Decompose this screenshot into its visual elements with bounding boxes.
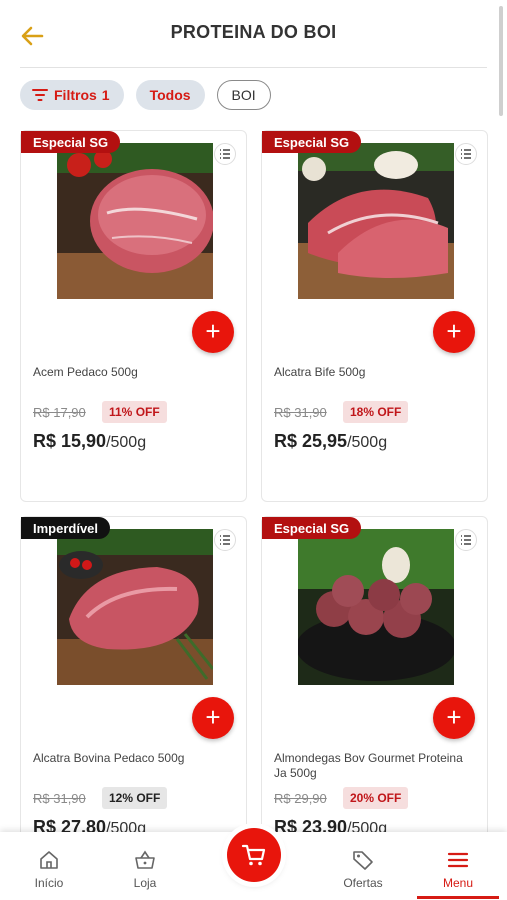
list-icon [220,535,230,545]
old-price: R$ 29,90 [274,791,327,806]
menu-icon [447,852,469,868]
filters-count: 1 [101,87,110,103]
cart-icon [241,844,266,866]
product-image[interactable] [298,529,454,685]
nav-label: Loja [133,876,157,890]
plus-icon: + [446,702,462,732]
page-title: PROTEINA DO BOI [170,22,337,42]
nav-label: Início [34,876,64,890]
price-value: R$ 25,95 [274,431,348,451]
product-name: Alcatra Bovina Pedaco 500g [33,751,185,765]
home-icon [40,851,58,869]
list-button[interactable] [455,529,477,551]
plus-icon: + [205,316,221,346]
price-value: R$ 15,90 [33,431,107,451]
old-price: R$ 17,90 [33,405,86,420]
product-price: R$ 15,90/500g [33,431,146,452]
product-name: Acem Pedaco 500g [33,365,138,379]
filter-chips: Filtros 1 Todos BOI [20,80,271,112]
add-to-cart-button[interactable]: + [192,311,234,353]
price-unit: /500g [106,434,147,451]
product-name: Almondegas Bov Gourmet Proteina Ja 500g [274,751,463,780]
list-button[interactable] [214,529,236,551]
add-to-cart-button[interactable]: + [433,311,475,353]
add-to-cart-button[interactable]: + [192,697,234,739]
scrollbar[interactable] [499,6,503,116]
list-icon [461,535,471,545]
nav-active-indicator [417,896,499,899]
app-header: PROTEINA DO BOI [0,0,507,68]
tag-icon [353,851,373,870]
product-badge: Especial SG [262,131,362,153]
filter-icon [32,89,48,101]
filters-button[interactable]: Filtros 1 [20,80,124,110]
header-divider [20,67,487,68]
discount-badge: 20% OFF [343,787,409,809]
product-badge: Especial SG [262,517,362,539]
filters-label: Filtros [54,87,97,103]
chip-boi[interactable]: BOI [216,80,271,110]
nav-label: Ofertas [343,876,383,890]
nav-item-inicio[interactable]: Início [9,832,89,900]
basket-icon [135,850,155,869]
product-image[interactable] [57,529,213,685]
product-badge: Imperdível [21,517,111,539]
product-name: Alcatra Bife 500g [274,365,366,379]
cart-button[interactable] [227,828,281,882]
product-image[interactable] [298,143,454,299]
old-price: R$ 31,90 [274,405,327,420]
add-to-cart-button[interactable]: + [433,697,475,739]
list-icon [461,149,471,159]
discount-badge: 12% OFF [102,787,168,809]
nav-item-ofertas[interactable]: Ofertas [323,832,403,900]
product-price: R$ 25,95/500g [274,431,387,452]
plus-icon: + [205,702,221,732]
plus-icon: + [446,316,462,346]
product-card[interactable]: Especial SG + Acem Pedaco 500g R$ 17,90 … [20,130,247,502]
list-icon [220,149,230,159]
chip-todos[interactable]: Todos [135,80,205,110]
discount-badge: 11% OFF [102,401,167,423]
nav-item-menu[interactable]: Menu [418,832,498,900]
nav-item-loja[interactable]: Loja [105,832,185,900]
product-image[interactable] [57,143,213,299]
product-badge: Especial SG [21,131,121,153]
list-button[interactable] [214,143,236,165]
discount-badge: 18% OFF [343,401,409,423]
price-unit: /500g [347,434,388,451]
list-button[interactable] [455,143,477,165]
product-card[interactable]: Especial SG + Alcatra Bife 500g R$ 31,90… [261,130,488,502]
old-price: R$ 31,90 [33,791,86,806]
nav-label: Menu [442,876,474,890]
